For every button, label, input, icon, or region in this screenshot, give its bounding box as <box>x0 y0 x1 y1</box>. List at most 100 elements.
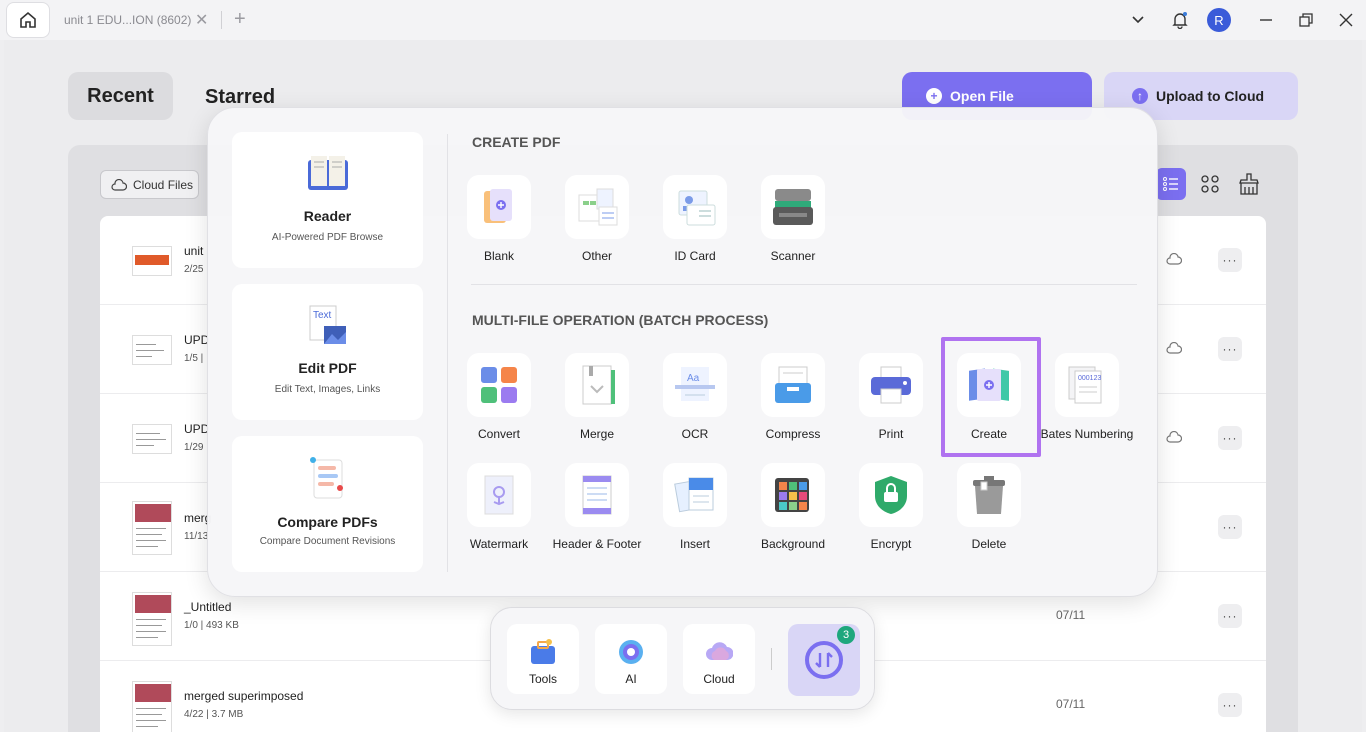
more-options-button[interactable]: ··· <box>1218 693 1242 717</box>
tab-close-icon[interactable]: ✕ <box>195 10 208 30</box>
tool-label: Insert <box>679 537 710 551</box>
other-icon <box>565 175 629 239</box>
notification-bell-icon[interactable] <box>1170 10 1190 30</box>
grid-view-icon[interactable] <box>1200 174 1220 199</box>
file-thumbnail <box>132 424 172 454</box>
print-icon <box>859 353 923 417</box>
compare-pdfs-title: Compare PDFs <box>277 514 378 530</box>
tool-bates-numbering[interactable]: 000123 Bates Numbering <box>1041 353 1133 443</box>
dock-separator <box>771 648 772 670</box>
tool-label: Compress <box>765 427 821 441</box>
tool-watermark[interactable]: Watermark <box>457 463 541 553</box>
list-view-button[interactable] <box>1156 168 1186 200</box>
cloud-files-label: Cloud Files <box>133 177 194 192</box>
merge-icon <box>565 353 629 417</box>
minimize-icon[interactable] <box>1256 10 1276 30</box>
file-name: merged superimposed <box>184 689 304 703</box>
tools-icon <box>531 639 555 664</box>
file-name: unit <box>184 244 204 258</box>
tool-label: Merge <box>579 427 614 441</box>
id-card-icon <box>663 175 727 239</box>
batch-sync-icon <box>805 641 843 679</box>
tool-convert[interactable]: Convert <box>457 353 541 443</box>
tool-label: Convert <box>477 427 521 441</box>
tool-label: Other <box>581 249 612 263</box>
more-options-button[interactable]: ··· <box>1218 604 1242 628</box>
tool-label: ID Card <box>674 249 716 263</box>
upload-cloud-icon[interactable] <box>1166 430 1183 448</box>
plus-circle-icon: + <box>926 88 942 104</box>
blank-icon <box>467 175 531 239</box>
create-selection-highlight <box>941 337 1041 457</box>
tool-label: Background <box>760 537 826 551</box>
tool-delete[interactable]: Delete <box>947 463 1031 553</box>
ai-icon <box>619 640 643 664</box>
compare-icon <box>310 457 343 499</box>
tool-blank[interactable]: Blank <box>457 175 541 265</box>
dock-label: AI <box>625 672 637 686</box>
dock-tools[interactable]: Tools <box>507 624 579 694</box>
upload-cloud-icon[interactable] <box>1166 252 1183 270</box>
tool-ocr[interactable]: Aa OCR <box>653 353 737 443</box>
bottom-dock: Tools AI Cloud 3 <box>490 607 875 710</box>
compare-pdfs-card[interactable]: Compare PDFs Compare Document Revisions <box>232 436 423 572</box>
tool-insert[interactable]: Insert <box>653 463 737 553</box>
upload-arrow-icon: ↑ <box>1132 88 1148 104</box>
close-window-icon[interactable] <box>1336 10 1356 30</box>
tool-merge[interactable]: Merge <box>555 353 639 443</box>
more-options-button[interactable]: ··· <box>1218 248 1242 272</box>
more-options-button[interactable]: ··· <box>1218 337 1242 361</box>
file-meta: 1/29 <box>184 442 204 453</box>
file-meta: 4/22 | 3.7 MB <box>184 709 244 720</box>
new-tab-icon[interactable]: + <box>234 8 246 31</box>
upload-cloud-icon[interactable] <box>1166 341 1183 359</box>
compare-pdfs-subtitle: Compare Document Revisions <box>259 536 396 547</box>
delete-icon <box>957 463 1021 527</box>
reader-subtitle: AI-Powered PDF Browse <box>271 232 384 243</box>
more-options-button[interactable]: ··· <box>1218 426 1242 450</box>
restore-icon[interactable] <box>1296 10 1316 30</box>
tool-label: Header & Footer <box>552 537 642 551</box>
tool-other[interactable]: Other <box>555 175 639 265</box>
home-button[interactable] <box>6 2 50 38</box>
watermark-icon <box>467 463 531 527</box>
tool-background[interactable]: Background <box>751 463 835 553</box>
create-pdf-heading: CREATE PDF <box>472 134 561 150</box>
batch-process-heading: MULTI-FILE OPERATION (BATCH PROCESS) <box>472 312 769 328</box>
reader-card[interactable]: Reader AI-Powered PDF Browse <box>232 132 423 268</box>
tool-compress[interactable]: Compress <box>751 353 835 443</box>
file-thumbnail <box>132 681 172 732</box>
header-footer-icon <box>565 463 629 527</box>
section-divider <box>471 284 1137 285</box>
tab-recent[interactable]: Recent <box>68 72 173 120</box>
background-icon <box>761 463 825 527</box>
document-tab-title[interactable]: unit 1 EDU...ION (8602) <box>64 13 191 27</box>
clear-recent-icon[interactable] <box>1238 172 1260 201</box>
chevron-down-icon[interactable] <box>1128 10 1148 30</box>
cloud-files-button[interactable]: Cloud Files <box>100 170 199 199</box>
file-meta: 2/25 <box>184 264 204 275</box>
tool-encrypt[interactable]: Encrypt <box>849 463 933 553</box>
tool-print[interactable]: Print <box>849 353 933 443</box>
title-bar: unit 1 EDU...ION (8602) ✕ + R <box>0 0 1366 40</box>
tool-scanner[interactable]: Scanner <box>751 175 835 265</box>
tool-id-card[interactable]: ID Card <box>653 175 737 265</box>
list-view-icon <box>1163 177 1178 191</box>
compress-icon <box>761 353 825 417</box>
dock-cloud[interactable]: Cloud <box>683 624 755 694</box>
tool-label: Scanner <box>770 249 816 263</box>
insert-icon <box>663 463 727 527</box>
tool-label: Watermark <box>469 537 529 551</box>
file-thumbnail <box>132 246 172 276</box>
edit-pdf-card[interactable]: Text Edit PDF Edit Text, Images, Links <box>232 284 423 420</box>
more-options-button[interactable]: ··· <box>1218 515 1242 539</box>
encrypt-icon <box>859 463 923 527</box>
dock-ai[interactable]: AI <box>595 624 667 694</box>
edit-pdf-subtitle: Edit Text, Images, Links <box>274 384 381 395</box>
tab-starred[interactable]: Starred <box>205 86 275 109</box>
file-thumbnail <box>132 592 172 646</box>
user-avatar[interactable]: R <box>1207 8 1231 32</box>
file-thumbnail <box>132 501 172 555</box>
tool-header-footer[interactable]: Header & Footer <box>553 463 641 553</box>
file-date: 07/11 <box>1056 697 1086 711</box>
